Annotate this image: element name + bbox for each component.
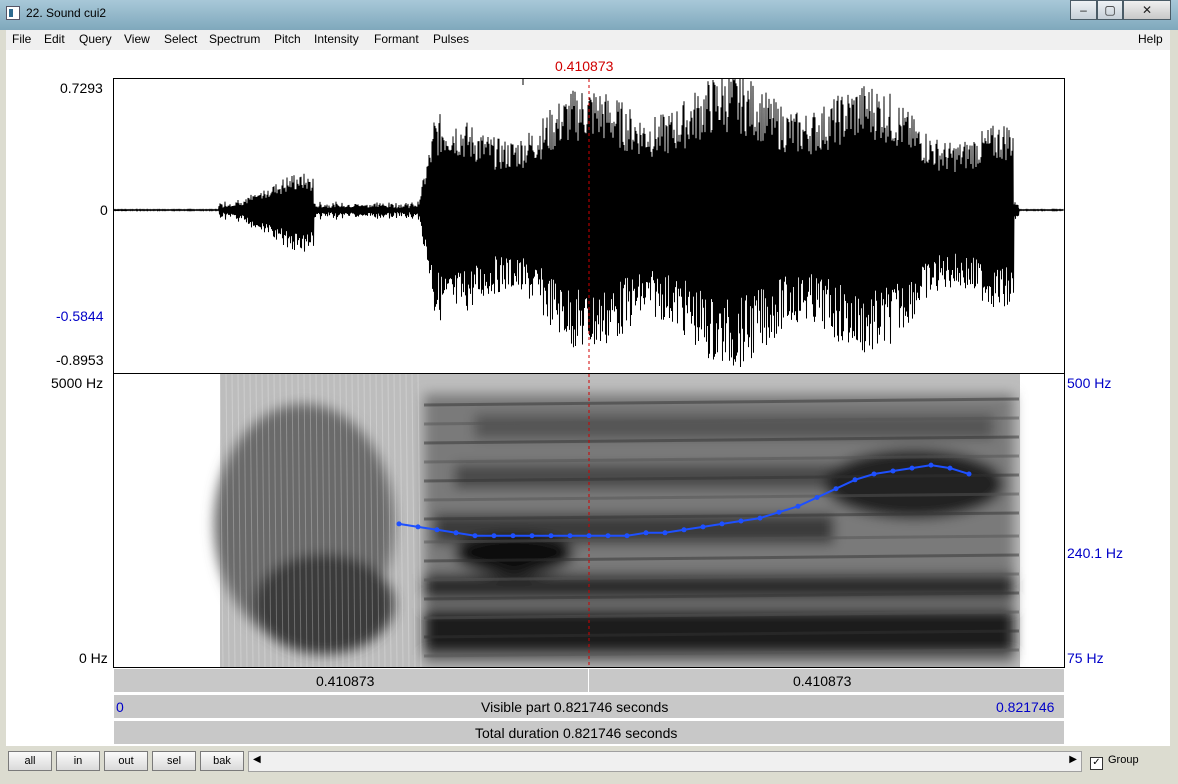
pitch-point xyxy=(434,527,440,533)
menu-pitch[interactable]: Pitch xyxy=(274,32,301,46)
pitch-point xyxy=(681,527,687,533)
minimize-button[interactable]: – xyxy=(1070,0,1097,20)
menu-bar: File Edit Query View Select Spectrum Pit… xyxy=(6,30,1170,50)
time-bar-divider xyxy=(588,669,589,692)
menu-view[interactable]: View xyxy=(124,32,150,46)
bottom-toolbar: all in out sel bak ◀ ▶ ✓ Group xyxy=(0,746,1178,784)
zoom-out-button[interactable]: out xyxy=(104,751,148,771)
pitch-point xyxy=(396,521,402,527)
waveform-plot xyxy=(114,79,1064,373)
pitch-top-label: 500 Hz xyxy=(1067,375,1112,391)
checkbox-check-icon[interactable]: ✓ xyxy=(1090,757,1103,770)
pitch-point xyxy=(871,471,877,477)
zoom-in-button[interactable]: in xyxy=(56,751,100,771)
zoom-back-button[interactable]: bak xyxy=(200,751,244,771)
total-duration-bar[interactable]: Total duration 0.821746 seconds xyxy=(113,720,1065,745)
pitch-point xyxy=(700,524,706,530)
scroll-right-icon[interactable]: ▶ xyxy=(1069,754,1077,765)
window-title: 22. Sound cui2 xyxy=(26,6,107,20)
maximize-button[interactable]: ▢ xyxy=(1097,0,1123,20)
pitch-point xyxy=(529,533,535,539)
visible-part-label: Visible part 0.821746 seconds xyxy=(481,699,669,715)
visible-end: 0.821746 xyxy=(996,699,1055,715)
pitch-point xyxy=(548,533,554,539)
waveform-max-label: 0.7293 xyxy=(60,80,103,96)
menu-file[interactable]: File xyxy=(12,32,31,46)
time-selection-bar[interactable]: 0.410873 0.410873 xyxy=(113,668,1065,693)
horizontal-scrollbar[interactable]: ◀ ▶ xyxy=(248,751,1082,772)
menu-select[interactable]: Select xyxy=(164,32,197,46)
pitch-point xyxy=(453,530,459,536)
pitch-point xyxy=(491,533,497,539)
menu-help[interactable]: Help xyxy=(1138,32,1163,46)
pitch-point xyxy=(928,462,934,468)
pitch-point xyxy=(472,533,478,539)
spectrogram-energy xyxy=(214,394,1014,664)
time-bar-left: 0.410873 xyxy=(316,673,375,689)
pitch-value-label: 240.1 Hz xyxy=(1067,545,1124,561)
waveform-panel[interactable] xyxy=(113,78,1065,374)
menu-edit[interactable]: Edit xyxy=(44,32,65,46)
waveform-min-label: -0.8953 xyxy=(56,352,104,368)
pitch-point xyxy=(814,495,820,500)
menu-pulses[interactable]: Pulses xyxy=(433,32,469,46)
close-button[interactable]: ✕ xyxy=(1123,0,1171,20)
pitch-point xyxy=(643,530,649,536)
freq-bottom-label: 0 Hz xyxy=(79,650,108,666)
menu-intensity[interactable]: Intensity xyxy=(314,32,359,46)
pitch-point xyxy=(719,521,725,527)
pitch-point xyxy=(966,471,972,477)
total-duration-label: Total duration 0.821746 seconds xyxy=(475,725,678,741)
visible-part-bar[interactable]: 0 Visible part 0.821746 seconds 0.821746 xyxy=(113,694,1065,719)
spectrogram-panel[interactable] xyxy=(113,374,1065,668)
menu-query[interactable]: Query xyxy=(79,32,112,46)
pitch-point xyxy=(852,477,858,483)
scroll-left-icon[interactable]: ◀ xyxy=(253,754,261,765)
title-bar: 22. Sound cui2 – ▢ ✕ xyxy=(0,0,1178,30)
all-button[interactable]: all xyxy=(8,751,52,771)
menu-spectrum[interactable]: Spectrum xyxy=(209,32,260,46)
praat-app-icon xyxy=(6,6,20,20)
pitch-point xyxy=(605,533,611,539)
pitch-point xyxy=(662,530,668,536)
pitch-point xyxy=(776,509,782,515)
visible-start: 0 xyxy=(116,699,124,715)
menu-formant[interactable]: Formant xyxy=(374,32,419,46)
spectrogram-plot xyxy=(214,374,1020,667)
pitch-point xyxy=(795,503,801,509)
pitch-point xyxy=(947,465,953,471)
pitch-point xyxy=(757,515,763,521)
time-bar-right: 0.410873 xyxy=(793,673,852,689)
pitch-point xyxy=(833,486,839,492)
zoom-selection-button[interactable]: sel xyxy=(152,751,196,771)
waveform-cursor-value-label: -0.5844 xyxy=(56,308,104,324)
pitch-point xyxy=(567,533,573,539)
pitch-point xyxy=(624,533,630,539)
sound-editor-canvas[interactable]: 0.410873 0.7293 0 -0.5844 -0.8953 5000 H… xyxy=(6,50,1170,746)
pitch-point xyxy=(415,524,421,530)
pitch-point xyxy=(738,518,744,524)
pitch-point xyxy=(909,465,915,471)
group-checkbox[interactable]: ✓ Group xyxy=(1090,754,1139,770)
freq-top-label: 5000 Hz xyxy=(51,375,104,391)
pitch-point xyxy=(890,468,896,474)
waveform-zero-label: 0 xyxy=(100,202,108,218)
cursor-time-label: 0.410873 xyxy=(555,58,614,74)
pitch-point xyxy=(510,533,516,539)
pitch-bottom-label: 75 Hz xyxy=(1067,650,1104,666)
group-label: Group xyxy=(1108,754,1139,766)
pitch-point xyxy=(586,533,592,539)
